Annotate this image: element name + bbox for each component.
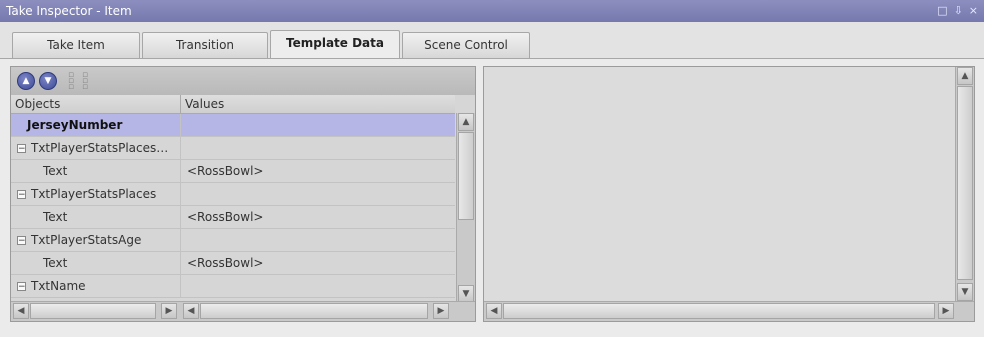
table-row[interactable]: Text <RossBowl> bbox=[11, 252, 455, 275]
tree-collapse-icon[interactable]: ▫ ▫ ▫ bbox=[81, 71, 89, 92]
object-label: TxtName bbox=[31, 279, 86, 293]
tab-scene-control[interactable]: Scene Control bbox=[402, 32, 530, 58]
column-header-values[interactable]: Values bbox=[181, 95, 455, 113]
scroll-right-icon[interactable]: ▶ bbox=[938, 303, 954, 319]
tree-expand-icon[interactable]: ▫ ▫ ▫ bbox=[67, 71, 75, 92]
move-up-icon[interactable]: ▲ bbox=[17, 72, 35, 90]
scroll-thumb[interactable] bbox=[200, 303, 428, 319]
object-cell: − TxtPlayerStatsPlaces… bbox=[11, 137, 181, 159]
value-cell[interactable]: <RossBowl> bbox=[181, 160, 455, 182]
object-cell: Text bbox=[11, 252, 181, 274]
scroll-right-icon[interactable]: ▶ bbox=[161, 303, 177, 319]
close-window-icon[interactable]: × bbox=[969, 0, 978, 22]
tab-template-data[interactable]: Template Data bbox=[270, 30, 400, 58]
pin-window-icon[interactable]: ⇩ bbox=[954, 0, 963, 22]
value-cell[interactable] bbox=[181, 183, 455, 205]
value-cell[interactable] bbox=[181, 275, 455, 297]
tab-take-item[interactable]: Take Item bbox=[12, 32, 140, 58]
move-down-icon[interactable]: ▼ bbox=[39, 72, 57, 90]
table-row[interactable]: − TxtName bbox=[11, 275, 455, 298]
grid-header: Objects Values bbox=[11, 95, 455, 114]
object-cell: Text bbox=[11, 206, 181, 228]
table-row[interactable]: Text <RossBowl> bbox=[11, 160, 455, 183]
scroll-thumb[interactable] bbox=[957, 86, 973, 280]
value-cell[interactable] bbox=[181, 137, 455, 159]
object-cell: − TxtPlayerStatsAge bbox=[11, 229, 181, 251]
tab-content: ▲ ▼ ▫ ▫ ▫ ▫ ▫ ▫ Objects Values JerseyNumber … bbox=[0, 58, 984, 337]
preview-panel: ▲ ▼ ◀ ▶ bbox=[483, 66, 975, 322]
scroll-thumb[interactable] bbox=[503, 303, 935, 319]
value-cell[interactable] bbox=[181, 229, 455, 251]
object-label: TxtPlayerStatsPlaces bbox=[31, 187, 157, 201]
column-header-objects[interactable]: Objects bbox=[11, 95, 181, 113]
object-label: TxtPlayerStatsAge bbox=[31, 233, 142, 247]
table-row[interactable]: − TxtPlayerStatsAge bbox=[11, 229, 455, 252]
object-cell: Text bbox=[11, 160, 181, 182]
scroll-left-icon[interactable]: ◀ bbox=[13, 303, 29, 319]
scroll-left-icon[interactable]: ◀ bbox=[486, 303, 502, 319]
value-cell[interactable]: <RossBowl> bbox=[181, 206, 455, 228]
collapse-icon[interactable]: − bbox=[17, 144, 26, 154]
grid-toolbar: ▲ ▼ ▫ ▫ ▫ ▫ ▫ ▫ bbox=[11, 67, 475, 95]
window-title: Take Inspector - Item bbox=[6, 4, 132, 18]
object-label: TxtPlayerStatsPlaces… bbox=[31, 141, 169, 155]
table-row[interactable]: − TxtPlayerStatsPlaces… bbox=[11, 137, 455, 160]
float-window-icon[interactable]: □ bbox=[937, 0, 947, 22]
scroll-down-icon[interactable]: ▼ bbox=[957, 283, 973, 301]
table-row[interactable]: Text <RossBowl> bbox=[11, 206, 455, 229]
scroll-up-icon[interactable]: ▲ bbox=[957, 67, 973, 85]
grid-vertical-scrollbar[interactable]: ▲ ▼ bbox=[456, 113, 475, 303]
object-cell: − TxtPlayerStatsPlaces bbox=[11, 183, 181, 205]
scroll-up-icon[interactable]: ▲ bbox=[458, 113, 474, 131]
preview-vertical-scrollbar[interactable]: ▲ ▼ bbox=[955, 67, 974, 301]
window-titlebar: Take Inspector - Item □ ⇩ × bbox=[0, 0, 984, 22]
scroll-thumb[interactable] bbox=[30, 303, 156, 319]
tab-bar: Take Item Transition Template Data Scene… bbox=[0, 22, 984, 58]
table-row[interactable]: JerseyNumber bbox=[11, 114, 455, 137]
grid-rows: JerseyNumber − TxtPlayerStatsPlaces… Text… bbox=[11, 114, 455, 303]
collapse-icon[interactable]: − bbox=[17, 190, 26, 200]
scroll-left-icon[interactable]: ◀ bbox=[183, 303, 199, 319]
template-data-grid-panel: ▲ ▼ ▫ ▫ ▫ ▫ ▫ ▫ Objects Values JerseyNumber … bbox=[10, 66, 476, 322]
value-cell[interactable] bbox=[181, 114, 455, 136]
tab-transition[interactable]: Transition bbox=[142, 32, 268, 58]
collapse-icon[interactable]: − bbox=[17, 236, 26, 246]
value-cell[interactable]: <RossBowl> bbox=[181, 252, 455, 274]
window-controls: □ ⇩ × bbox=[937, 0, 978, 22]
object-cell: − TxtName bbox=[11, 275, 181, 297]
object-cell: JerseyNumber bbox=[11, 114, 181, 136]
grid-horizontal-scrollbar[interactable]: ◀ ▶ ◀ ▶ bbox=[11, 301, 475, 321]
table-row[interactable]: − TxtPlayerStatsPlaces bbox=[11, 183, 455, 206]
scroll-right-icon[interactable]: ▶ bbox=[433, 303, 449, 319]
scroll-thumb[interactable] bbox=[458, 132, 474, 220]
collapse-icon[interactable]: − bbox=[17, 282, 26, 292]
preview-horizontal-scrollbar[interactable]: ◀ ▶ bbox=[484, 301, 974, 321]
